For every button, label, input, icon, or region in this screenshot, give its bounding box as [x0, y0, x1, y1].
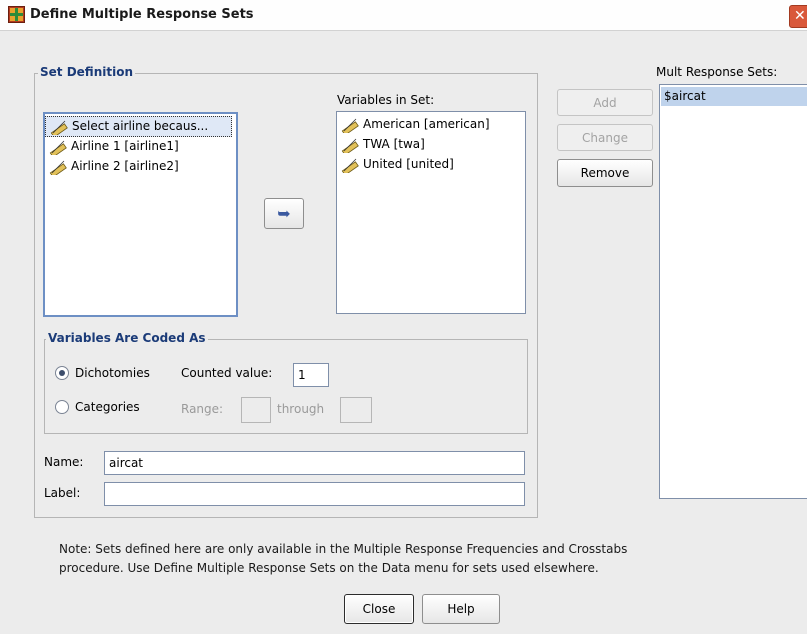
list-item-label: American [american] — [363, 117, 490, 131]
list-item[interactable]: $aircat — [661, 87, 807, 106]
list-item[interactable]: Select airline becaus... — [45, 116, 232, 137]
variables-coded-as-title: Variables Are Coded As — [46, 331, 208, 345]
ruler-variable-icon — [341, 138, 359, 153]
radio-selected-dot — [59, 370, 65, 376]
ruler-variable-icon — [50, 120, 68, 135]
counted-value-field[interactable]: 1 — [293, 363, 329, 387]
note-line-2: procedure. Use Define Multiple Response … — [59, 561, 599, 575]
range-to-field[interactable] — [340, 397, 372, 423]
variables-in-set-label: Variables in Set: — [337, 93, 435, 107]
categories-label[interactable]: Categories — [75, 400, 140, 414]
remove-button[interactable]: Remove — [557, 159, 653, 187]
spss-app-icon — [8, 6, 25, 23]
ruler-variable-icon — [49, 140, 67, 155]
range-from-field[interactable] — [241, 397, 271, 423]
list-item[interactable]: TWA [twa] — [337, 135, 525, 154]
arrow-right-icon: ➥ — [277, 204, 291, 223]
dichotomies-label[interactable]: Dichotomies — [75, 366, 150, 380]
name-field[interactable]: aircat — [104, 451, 525, 475]
through-label: through — [277, 402, 325, 416]
name-label: Name: — [44, 455, 84, 469]
list-item[interactable]: United [united] — [337, 155, 525, 174]
help-button[interactable]: Help — [422, 594, 500, 624]
define-multiple-response-sets-dialog: Define Multiple Response Sets ✕ Set Defi… — [0, 0, 807, 634]
source-variable-list[interactable]: Select airline becaus... Airline 1 [airl… — [43, 112, 238, 317]
add-button[interactable]: Add — [557, 89, 653, 116]
mult-response-sets-label: Mult Response Sets: — [656, 65, 778, 79]
title-bar: Define Multiple Response Sets ✕ — [0, 0, 807, 31]
mult-response-sets-list[interactable]: $aircat — [659, 84, 807, 499]
close-button[interactable]: Close — [344, 594, 414, 624]
change-button[interactable]: Change — [557, 124, 653, 151]
set-definition-title: Set Definition — [38, 65, 135, 79]
counted-value-label: Counted value: — [181, 366, 273, 380]
ruler-variable-icon — [341, 158, 359, 173]
list-item[interactable]: American [american] — [337, 115, 525, 134]
list-item-label: Airline 1 [airline1] — [71, 139, 179, 153]
dichotomies-radio[interactable] — [55, 366, 69, 380]
ruler-variable-icon — [341, 118, 359, 133]
list-item-label: TWA [twa] — [363, 137, 425, 151]
list-item-label: Airline 2 [airline2] — [71, 159, 179, 173]
label-label: Label: — [44, 486, 81, 500]
list-item[interactable]: Airline 2 [airline2] — [45, 157, 234, 176]
label-field[interactable] — [104, 482, 525, 506]
list-item-label: United [united] — [363, 157, 454, 171]
list-item[interactable]: Airline 1 [airline1] — [45, 137, 234, 156]
note-line-1: Note: Sets defined here are only availab… — [59, 542, 628, 556]
range-label: Range: — [181, 402, 224, 416]
window-close-button[interactable]: ✕ — [789, 5, 807, 28]
ruler-variable-icon — [49, 160, 67, 175]
categories-radio[interactable] — [55, 400, 69, 414]
window-title: Define Multiple Response Sets — [30, 7, 254, 22]
variables-in-set-list[interactable]: American [american] TWA [twa] United [un… — [336, 111, 526, 314]
list-item-label: $aircat — [664, 89, 706, 103]
move-to-set-button[interactable]: ➥ — [264, 198, 304, 229]
list-item-label: Select airline becaus... — [72, 119, 209, 133]
variables-coded-as-group — [44, 339, 528, 434]
